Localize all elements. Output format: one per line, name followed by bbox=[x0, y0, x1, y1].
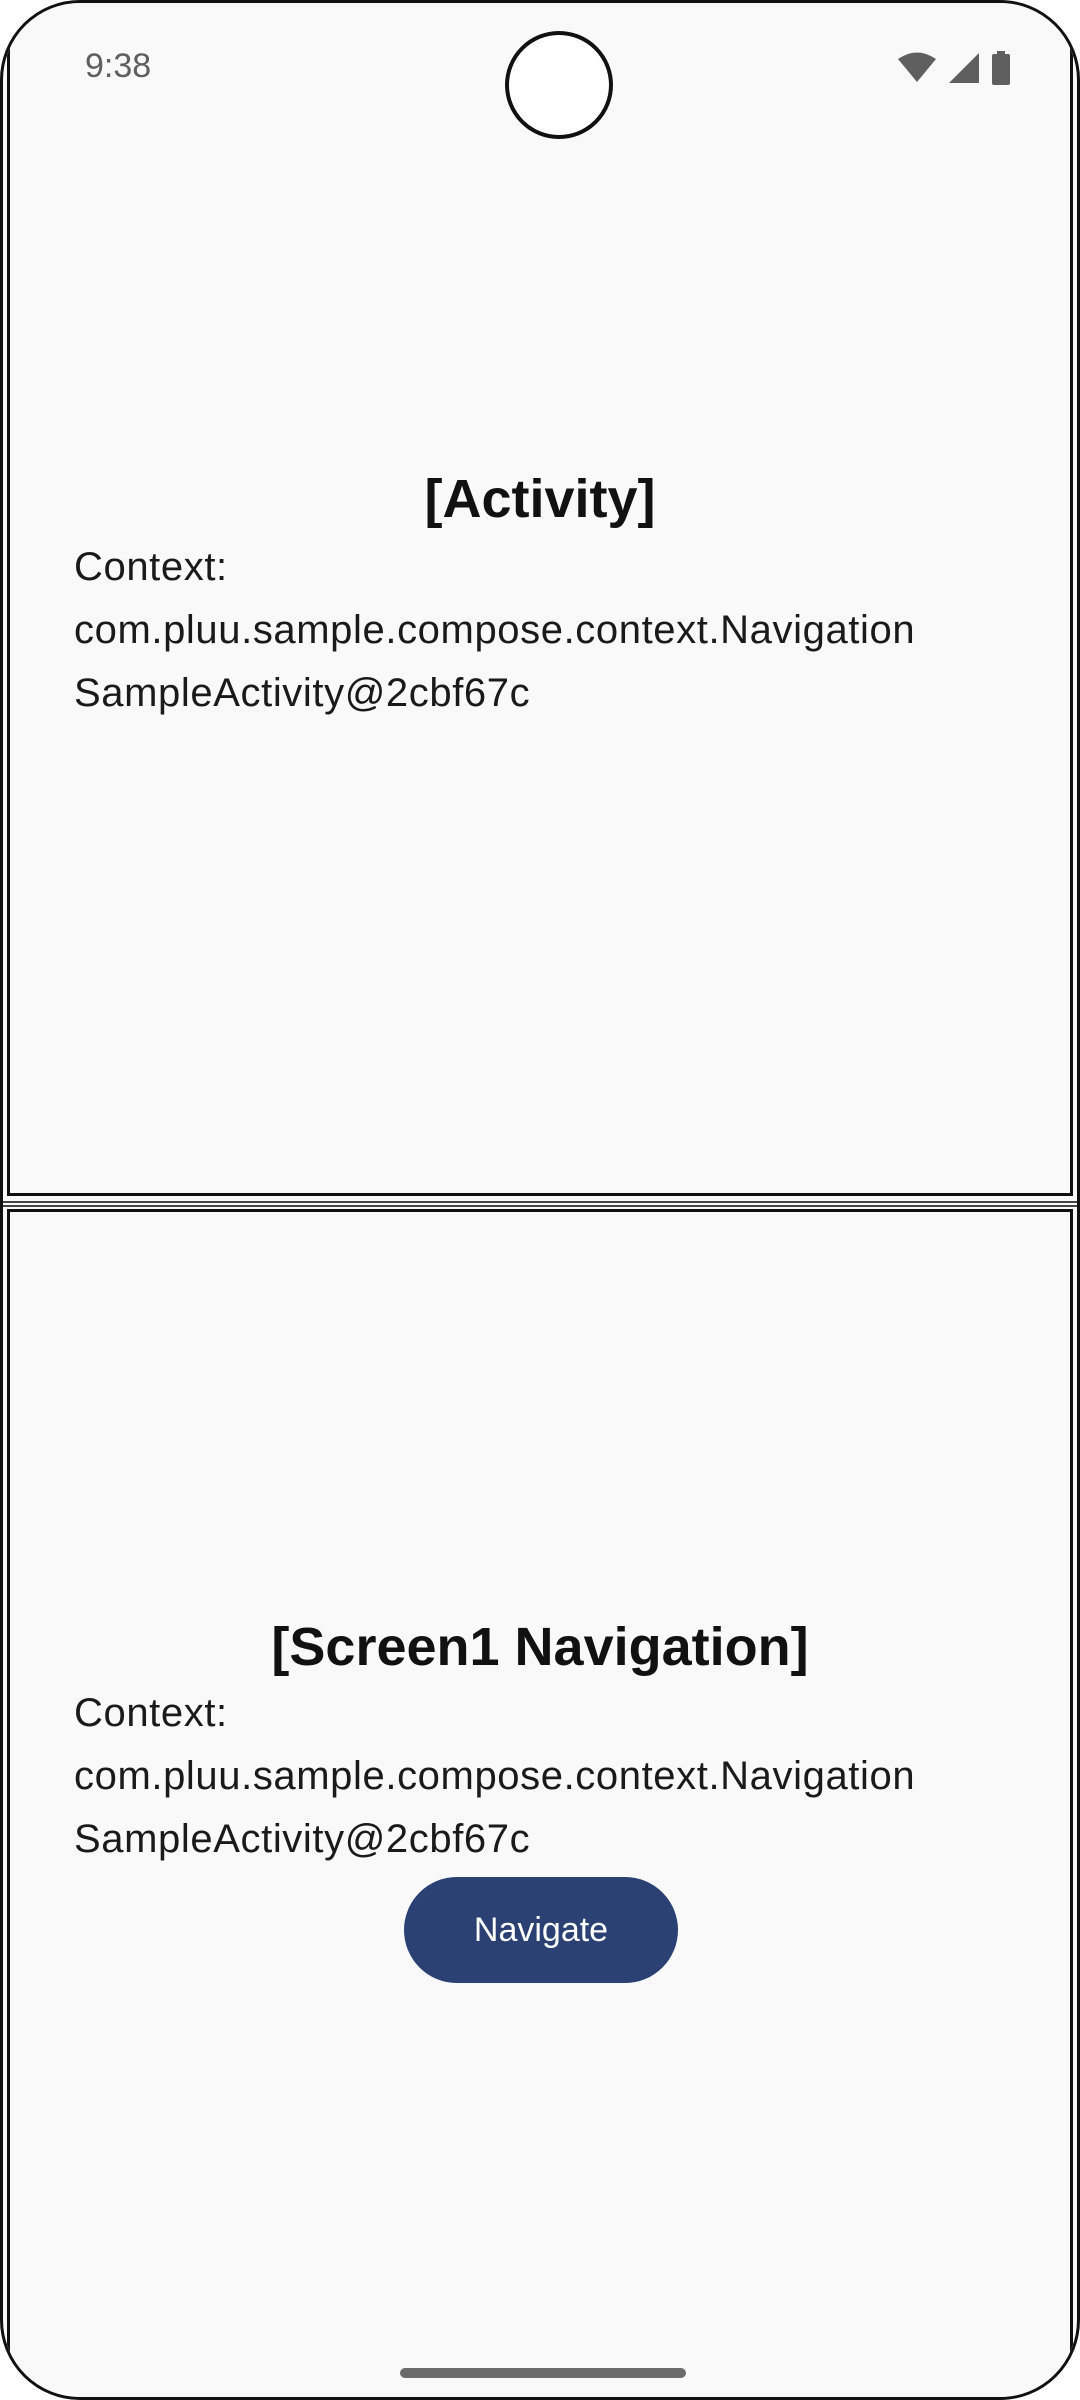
status-bar: 9:38 bbox=[3, 3, 1077, 139]
screen-title: [Screen1 Navigation] bbox=[271, 1617, 809, 1677]
fold-divider bbox=[3, 1201, 1077, 1207]
screen-context-label: Context: bbox=[74, 1691, 228, 1735]
home-indicator[interactable] bbox=[400, 2368, 686, 2378]
activity-context-text: Context: com.pluu.sample.compose.context… bbox=[74, 536, 1034, 725]
phone-frame: [Activity] Context: com.pluu.sample.comp… bbox=[0, 0, 1080, 2400]
screen-context-instance: SampleActivity@2cbf67c bbox=[74, 1817, 531, 1861]
camera-cutout bbox=[505, 31, 613, 139]
activity-context-instance: SampleActivity@2cbf67c bbox=[74, 671, 531, 715]
battery-icon bbox=[991, 51, 1011, 85]
activity-panel: [Activity] Context: com.pluu.sample.comp… bbox=[7, 3, 1073, 1196]
navigate-button[interactable]: Navigate bbox=[404, 1877, 678, 1983]
activity-context-label: Context: bbox=[74, 545, 228, 589]
status-time: 9:38 bbox=[85, 47, 152, 85]
activity-title: [Activity] bbox=[424, 469, 656, 529]
screen-panel: [Screen1 Navigation] Context: com.pluu.s… bbox=[7, 1209, 1073, 2397]
status-icons bbox=[897, 51, 1011, 85]
screen-context-text: Context: com.pluu.sample.compose.context… bbox=[74, 1682, 1034, 1871]
cellular-signal-icon bbox=[947, 52, 981, 84]
wifi-icon bbox=[897, 52, 937, 84]
screen-context-class: com.pluu.sample.compose.context.Navigati… bbox=[74, 1754, 916, 1798]
activity-context-class: com.pluu.sample.compose.context.Navigati… bbox=[74, 608, 916, 652]
